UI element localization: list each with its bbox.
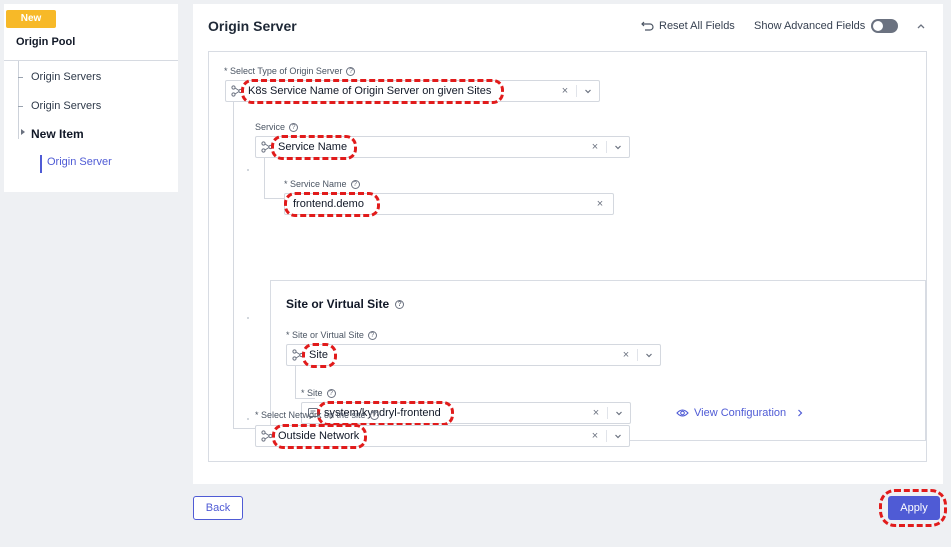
site-section-title: Site or Virtual Site ? <box>286 297 405 311</box>
nav-item-origin-servers[interactable]: Origin Servers <box>31 71 101 83</box>
help-icon[interactable]: ? <box>346 66 356 76</box>
advanced-label: Show Advanced Fields <box>754 20 866 32</box>
tree-connector <box>295 398 315 399</box>
origin-server-panel: Origin Server Reset All Fields Show Adva… <box>193 4 943 484</box>
site-or-virtual-value: Site <box>309 349 328 361</box>
tree-branch <box>18 106 23 107</box>
nav-divider <box>4 60 178 61</box>
tree-connector <box>264 198 284 199</box>
network-icon <box>261 430 273 442</box>
chevron-down-icon[interactable] <box>611 141 625 153</box>
type-field-label: * Select Type of Origin Server ? <box>224 66 356 76</box>
site-or-virtual-label-text: * Site or Virtual Site <box>286 330 364 340</box>
help-icon[interactable]: ? <box>350 179 360 189</box>
site-or-virtual-field-label: * Site or Virtual Site ? <box>286 330 377 340</box>
tree-line <box>18 61 19 139</box>
apply-button[interactable]: Apply <box>888 496 940 520</box>
nav-active-indicator <box>40 155 42 173</box>
network-icon <box>261 141 273 153</box>
tree-dot <box>247 317 249 319</box>
service-field-label: Service ? <box>255 122 299 132</box>
left-nav: New Origin Pool Origin Servers Origin Se… <box>4 4 178 192</box>
divider <box>576 85 577 97</box>
tree-branch <box>18 77 23 78</box>
clear-icon[interactable]: × <box>619 349 633 361</box>
help-icon[interactable]: ? <box>289 122 299 132</box>
network-value: Outside Network <box>278 430 360 442</box>
network-icon <box>292 349 304 361</box>
nav-item-new-item[interactable]: New Item <box>31 127 84 141</box>
tree-dot <box>247 169 249 171</box>
nav-item-origin-server[interactable]: Origin Server <box>47 156 112 168</box>
panel-title: Origin Server <box>208 18 297 34</box>
divider <box>607 407 608 419</box>
divider <box>606 141 607 153</box>
help-icon[interactable]: ? <box>326 388 336 398</box>
chevron-down-icon[interactable] <box>611 430 625 442</box>
chevron-up-icon[interactable] <box>915 20 927 32</box>
clear-icon[interactable]: × <box>588 430 602 442</box>
clear-icon[interactable]: × <box>588 141 602 153</box>
clear-icon[interactable]: × <box>558 85 572 97</box>
divider <box>637 349 638 361</box>
chevron-down-icon[interactable] <box>581 85 595 97</box>
clear-icon[interactable]: × <box>593 198 607 210</box>
caret-right-icon <box>21 129 25 135</box>
network-label-text: * Select Network on the site <box>255 410 366 420</box>
origin-server-form: * Select Type of Origin Server ? K8s Ser… <box>208 51 927 462</box>
network-field-label: * Select Network on the site ? <box>255 410 379 420</box>
tree-connector <box>295 366 296 398</box>
service-label-text: Service <box>255 122 286 132</box>
service-name-label-text: * Service Name <box>284 179 347 189</box>
back-button[interactable]: Back <box>193 496 243 520</box>
tree-connector <box>264 158 265 198</box>
type-label-text: * Select Type of Origin Server <box>224 66 343 76</box>
divider <box>606 430 607 442</box>
origin-type-select[interactable]: K8s Service Name of Origin Server on giv… <box>225 80 600 102</box>
site-section-title-text: Site or Virtual Site <box>286 297 390 311</box>
advanced-toggle[interactable] <box>871 19 899 33</box>
help-icon[interactable]: ? <box>395 299 405 309</box>
tree-connector <box>233 102 234 428</box>
reset-label: Reset All Fields <box>659 20 735 32</box>
chevron-down-icon[interactable] <box>612 407 626 419</box>
help-icon[interactable]: ? <box>369 410 379 420</box>
tree-dot <box>247 418 249 420</box>
clear-icon[interactable]: × <box>589 407 603 419</box>
chevron-down-icon[interactable] <box>642 349 656 361</box>
origin-type-value: K8s Service Name of Origin Server on giv… <box>248 85 492 97</box>
site-field-label: * Site ? <box>301 388 336 398</box>
reset-all-fields-button[interactable]: Reset All Fields <box>641 18 735 34</box>
service-name-input[interactable]: frontend.demo × <box>284 193 614 215</box>
service-select[interactable]: Service Name × <box>255 136 630 158</box>
eye-icon <box>676 409 689 417</box>
view-configuration-label: View Configuration <box>694 407 787 419</box>
site-or-virtual-select[interactable]: Site × <box>286 344 661 366</box>
service-name-field-label: * Service Name ? <box>284 179 360 189</box>
view-configuration-link[interactable]: View Configuration <box>676 407 805 419</box>
network-select[interactable]: Outside Network × <box>255 425 630 447</box>
service-value: Service Name <box>278 141 348 153</box>
nav-title[interactable]: Origin Pool <box>16 36 75 48</box>
reset-icon <box>641 21 654 31</box>
site-label-text: * Site <box>301 388 323 398</box>
service-name-value: frontend.demo <box>293 198 364 210</box>
new-badge: New <box>6 10 56 28</box>
tree-connector <box>233 428 255 429</box>
chevron-right-icon <box>798 409 803 417</box>
nav-item-origin-servers-2[interactable]: Origin Servers <box>31 100 101 112</box>
help-icon[interactable]: ? <box>367 330 377 340</box>
show-advanced-fields[interactable]: Show Advanced Fields <box>754 18 899 34</box>
network-icon <box>231 85 243 97</box>
